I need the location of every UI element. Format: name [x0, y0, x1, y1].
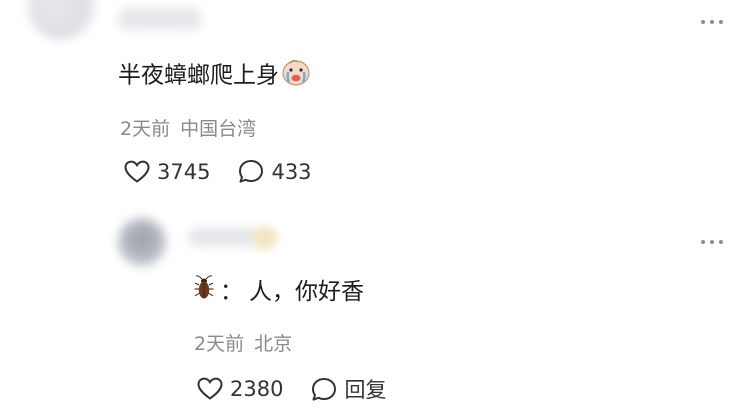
reply-count: 433 [271, 159, 312, 184]
reply-like-count: 2380 [230, 377, 284, 401]
reply-like-button[interactable]: 2380 [197, 377, 283, 401]
comment-location: 中国台湾 [180, 118, 257, 140]
replier-avatar[interactable] [118, 218, 166, 266]
reply-more-options-icon[interactable] [701, 240, 723, 244]
commenter-avatar[interactable] [28, 0, 94, 40]
like-count: 3745 [157, 159, 211, 184]
reply-actions: 2380 回复 [197, 374, 386, 404]
replier-badge-blurred [252, 226, 278, 250]
comment-meta: 2天前 中国台湾 [120, 114, 256, 141]
speech-bubble-icon [311, 377, 337, 402]
cockroach-emoji-icon [194, 275, 214, 309]
reply-button-label: 回复 [344, 378, 387, 402]
comment-body: 半夜蟑螂爬上身 [118, 58, 311, 94]
reply-meta: 2天前 北京 [194, 329, 292, 356]
more-options-icon[interactable] [701, 20, 723, 24]
like-button[interactable]: 3745 [124, 160, 210, 184]
comment-actions: 3745 433 [124, 159, 312, 184]
heart-outline-icon [197, 377, 223, 401]
reply-location: 北京 [254, 333, 293, 355]
heart-outline-icon [124, 160, 150, 184]
reply-time: 2天前 [194, 333, 245, 355]
replier-name-blurred[interactable] [188, 228, 260, 246]
comment-text: 半夜蟑螂爬上身 [118, 62, 279, 89]
speech-bubble-icon [238, 159, 264, 184]
reply-button[interactable]: 回复 [311, 374, 386, 404]
comment-time: 2天前 [120, 118, 171, 140]
reply-speaker-separator: ： [220, 279, 243, 305]
crying-face-emoji-icon [281, 58, 311, 94]
reply-body: ：人，你好香 [194, 275, 364, 309]
commenter-name-blurred[interactable] [118, 8, 202, 30]
reply-text: 人，你好香 [249, 279, 364, 305]
reply-count-button[interactable]: 433 [238, 159, 312, 184]
